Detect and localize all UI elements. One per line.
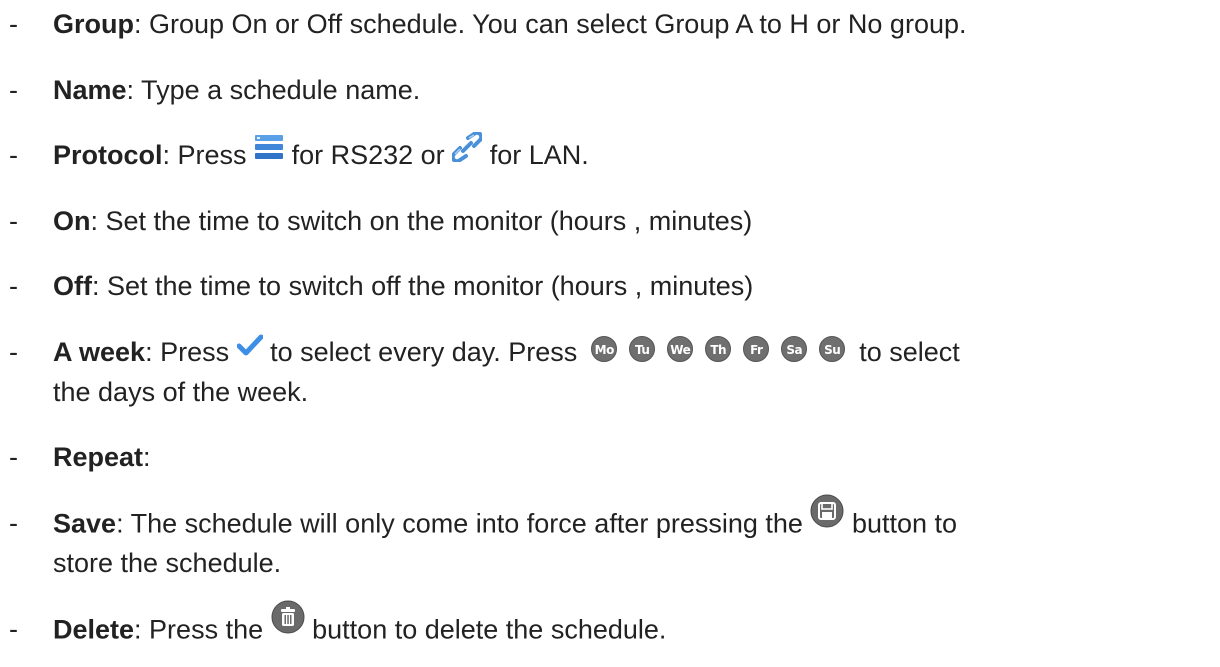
term-delete: Delete bbox=[53, 614, 135, 645]
desc-off: : Set the time to switch off the monitor… bbox=[91, 271, 754, 301]
list-bars-icon bbox=[254, 132, 284, 173]
term-a-week: A week bbox=[53, 337, 146, 367]
checkmark-icon bbox=[236, 330, 264, 370]
day-mo-icon: Mo bbox=[591, 335, 618, 362]
desc-repeat: : bbox=[143, 442, 151, 472]
bullet-dash: - bbox=[9, 140, 18, 170]
desc-a-week-line2: the days of the week. bbox=[53, 377, 309, 407]
desc-protocol-a: : Press bbox=[162, 140, 247, 170]
desc-name: : Type a schedule name. bbox=[126, 75, 421, 105]
manual-page: - Group: Group On or Off schedule. You c… bbox=[0, 0, 1220, 667]
day-tu-icon: Tu bbox=[629, 335, 656, 362]
day-su-icon: Su bbox=[819, 335, 846, 362]
term-name: Name bbox=[53, 75, 127, 105]
desc-protocol-b: for RS232 or bbox=[291, 140, 445, 170]
term-repeat: Repeat bbox=[53, 442, 144, 472]
desc-delete-a: : Press the bbox=[134, 614, 264, 645]
day-fr-icon: Fr bbox=[743, 335, 770, 362]
desc-save-line2: store the schedule. bbox=[53, 548, 282, 578]
desc-save-b: button to bbox=[851, 508, 958, 539]
trash-can-icon bbox=[271, 600, 305, 645]
desc-protocol-c: for LAN. bbox=[489, 140, 589, 170]
day-we-icon: We bbox=[667, 335, 694, 362]
day-icons: Mo Tu We Th Fr Sa Su bbox=[591, 335, 857, 367]
desc-a-week-b: to select every day. Press bbox=[270, 337, 578, 367]
term-off: Off bbox=[53, 271, 92, 301]
day-sa-icon: Sa bbox=[781, 335, 808, 362]
term-group: Group bbox=[53, 9, 134, 39]
desc-a-week-a: : Press bbox=[145, 337, 230, 367]
bullet-dash: - bbox=[9, 508, 18, 538]
desc-delete-b: button to delete the schedule. bbox=[312, 614, 667, 645]
bullet-dash: - bbox=[9, 271, 18, 301]
bullet-dash: - bbox=[9, 206, 18, 236]
bullet-dash: - bbox=[9, 614, 18, 644]
desc-on: : Set the time to switch on the monitor … bbox=[90, 206, 753, 236]
chain-link-icon bbox=[450, 131, 484, 173]
term-on: On bbox=[53, 206, 91, 236]
bullet-dash: - bbox=[9, 337, 18, 367]
day-th-icon: Th bbox=[705, 335, 732, 362]
floppy-disk-icon bbox=[810, 494, 844, 539]
desc-save-a: : The schedule will only come into force… bbox=[116, 508, 803, 539]
desc-group: : Group On or Off schedule. You can sele… bbox=[134, 9, 967, 39]
bullet-dash: - bbox=[9, 9, 18, 39]
bullet-dash: - bbox=[9, 442, 18, 472]
term-protocol: Protocol bbox=[53, 140, 163, 170]
desc-a-week-c: to select bbox=[859, 337, 960, 367]
bullet-dash: - bbox=[9, 75, 18, 105]
term-save: Save bbox=[53, 508, 117, 539]
